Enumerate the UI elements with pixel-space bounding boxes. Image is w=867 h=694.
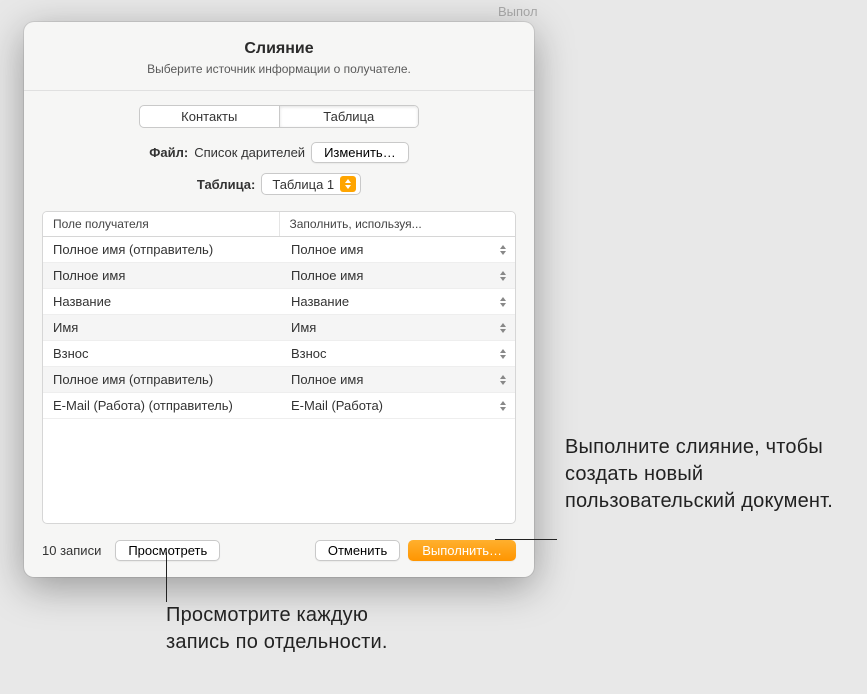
table-body: Полное имя (отправитель)Полное имяПолное… xyxy=(43,237,515,419)
file-label: Файл: xyxy=(149,145,188,160)
cell-fill-using[interactable]: Полное имя xyxy=(281,367,515,392)
dialog-header: Слияние Выберите источник информации о п… xyxy=(24,22,534,91)
change-file-button[interactable]: Изменить… xyxy=(311,142,409,163)
cell-recipient: E-Mail (Работа) (отправитель) xyxy=(43,393,281,418)
cell-fill-using[interactable]: Имя xyxy=(281,315,515,340)
callout-bottom: Просмотрите каждую запись по отдельности… xyxy=(166,602,426,656)
records-count: 10 записи xyxy=(42,543,101,558)
cell-fill-using[interactable]: Взнос xyxy=(281,341,515,366)
file-row: Файл: Список дарителей Изменить… xyxy=(42,142,516,163)
preview-button[interactable]: Просмотреть xyxy=(115,540,220,561)
fill-value: Полное имя xyxy=(291,242,363,257)
table-row[interactable]: Взнос Взнос xyxy=(43,341,515,367)
file-value: Список дарителей xyxy=(194,145,305,160)
fill-value: Имя xyxy=(291,320,316,335)
updown-stepper-icon xyxy=(497,323,509,333)
updown-stepper-icon xyxy=(497,271,509,281)
cell-recipient: Полное имя (отправитель) xyxy=(43,237,281,262)
bg-partial-text: Выпол xyxy=(498,4,538,19)
cell-fill-using[interactable]: Полное имя xyxy=(281,263,515,288)
table-row: Таблица: Таблица 1 xyxy=(42,173,516,195)
fill-value: Название xyxy=(291,294,349,309)
dialog-body: Контакты Таблица Файл: Список дарителей … xyxy=(24,91,534,524)
updown-stepper-icon xyxy=(497,349,509,359)
table-header: Поле получателя Заполнить, используя... xyxy=(43,212,515,237)
col-recipient-field: Поле получателя xyxy=(43,212,280,236)
cell-recipient: Название xyxy=(43,289,281,314)
source-segmented-control: Контакты Таблица xyxy=(139,105,419,128)
cell-fill-using[interactable]: Полное имя xyxy=(281,237,515,262)
updown-stepper-icon xyxy=(497,297,509,307)
cell-recipient: Полное имя xyxy=(43,263,281,288)
segment-contacts[interactable]: Контакты xyxy=(140,106,280,127)
updown-stepper-icon xyxy=(497,375,509,385)
table-popup-value: Таблица 1 xyxy=(272,177,334,192)
dialog-footer: 10 записи Просмотреть Отменить Выполнить… xyxy=(24,524,534,577)
table-row[interactable]: Полное имя (отправитель) Полное имя xyxy=(43,367,515,393)
segment-table[interactable]: Таблица xyxy=(280,106,419,127)
cell-fill-using[interactable]: E-Mail (Работа) xyxy=(281,393,515,418)
table-row[interactable]: Полное имя (отправитель) Полное имя xyxy=(43,237,515,263)
table-popup-button[interactable]: Таблица 1 xyxy=(261,173,361,195)
fill-value: Взнос xyxy=(291,346,327,361)
fill-value: Полное имя xyxy=(291,268,363,283)
cell-recipient: Взнос xyxy=(43,341,281,366)
cell-recipient: Имя xyxy=(43,315,281,340)
table-row[interactable]: Полное имя Полное имя xyxy=(43,263,515,289)
updown-stepper-icon xyxy=(497,401,509,411)
fields-table: Поле получателя Заполнить, используя... … xyxy=(42,211,516,524)
dialog-subtitle: Выберите источник информации о получател… xyxy=(44,62,514,76)
fill-value: E-Mail (Работа) xyxy=(291,398,383,413)
cell-fill-using[interactable]: Название xyxy=(281,289,515,314)
updown-stepper-icon xyxy=(497,245,509,255)
callout-line-right xyxy=(495,539,557,540)
col-fill-using: Заполнить, используя... xyxy=(280,212,516,236)
table-row[interactable]: Имя Имя xyxy=(43,315,515,341)
merge-dialog: Слияние Выберите источник информации о п… xyxy=(24,22,534,577)
merge-button[interactable]: Выполнить… xyxy=(408,540,516,561)
dialog-title: Слияние xyxy=(44,40,514,58)
table-row[interactable]: Название Название xyxy=(43,289,515,315)
updown-arrows-icon xyxy=(340,176,356,192)
cancel-button[interactable]: Отменить xyxy=(315,540,400,561)
callout-right: Выполните слияние, чтобы создать новый п… xyxy=(565,434,855,515)
fill-value: Полное имя xyxy=(291,372,363,387)
callout-line-bottom-v xyxy=(166,552,167,602)
table-row[interactable]: E-Mail (Работа) (отправитель) E-Mail (Раб… xyxy=(43,393,515,419)
cell-recipient: Полное имя (отправитель) xyxy=(43,367,281,392)
table-label: Таблица: xyxy=(197,177,256,192)
